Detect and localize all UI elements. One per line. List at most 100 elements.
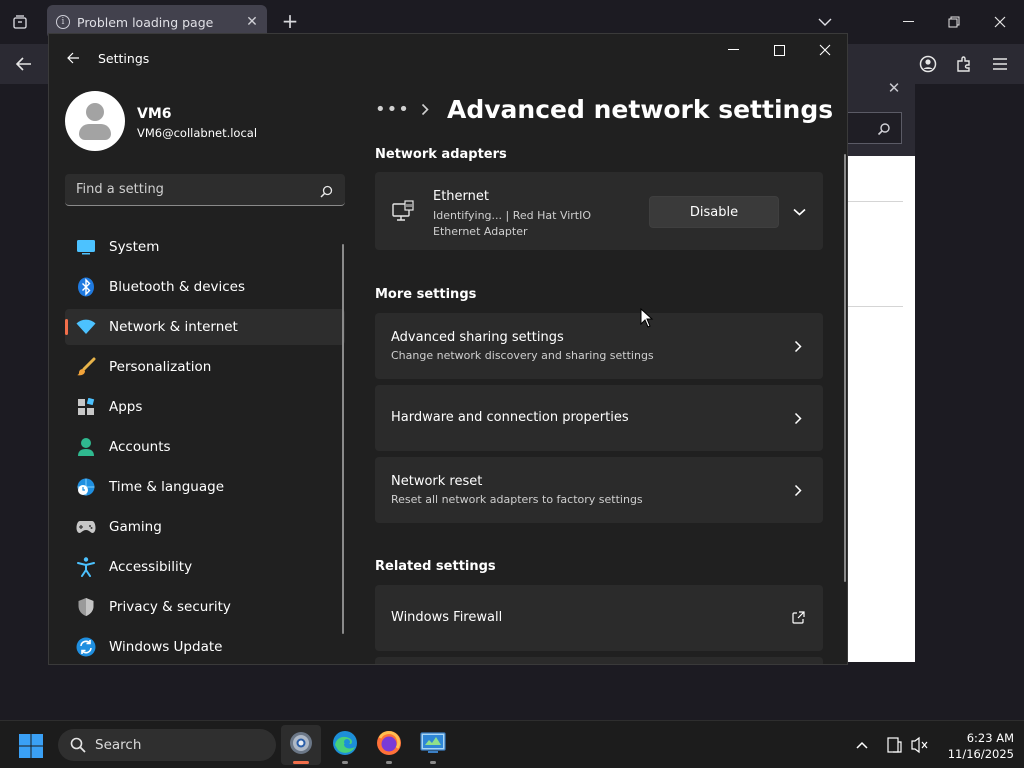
tab-list-icon[interactable]: [8, 10, 32, 34]
advanced-sharing-settings[interactable]: Advanced sharing settings Change network…: [375, 313, 823, 379]
section-heading: Related settings: [375, 559, 496, 574]
chevron-up-icon[interactable]: [852, 735, 872, 755]
content-scrollbar[interactable]: [844, 154, 846, 582]
gamepad-icon: [75, 516, 97, 538]
breadcrumb-overflow[interactable]: •••: [375, 99, 411, 120]
taskbar-settings-app[interactable]: [281, 725, 321, 765]
nav-item-label: Accessibility: [109, 559, 193, 575]
nav-item-label: Personalization: [109, 359, 212, 375]
nav-item-label: Gaming: [109, 519, 162, 535]
nav-item-label: Accounts: [109, 439, 171, 455]
running-indicator: [386, 761, 392, 764]
search-icon: [877, 121, 891, 140]
profile-name: VM6: [137, 106, 172, 122]
search-input[interactable]: [65, 174, 315, 205]
chevron-down-icon[interactable]: [815, 12, 835, 32]
nav-item-personalization[interactable]: Personalization: [65, 349, 345, 385]
related-card-partial[interactable]: [375, 657, 823, 664]
extensions-icon[interactable]: [952, 52, 976, 76]
chevron-right-icon: [791, 483, 805, 497]
nav-item-label: System: [109, 239, 160, 255]
nav-item-label: Network & internet: [109, 319, 238, 335]
control-panel-icon: [420, 731, 446, 759]
nav-item-time-language[interactable]: Time & language: [65, 469, 345, 505]
apps-icon: [75, 396, 97, 418]
nav-item-apps[interactable]: Apps: [65, 389, 345, 425]
taskbar-edge-app[interactable]: [325, 725, 365, 765]
nav-item-label: Time & language: [109, 479, 225, 495]
user-profile[interactable]: VM6 VM6@collabnet.local: [65, 91, 345, 151]
person-icon: [75, 436, 97, 458]
nav-item-label: Privacy & security: [109, 599, 231, 615]
windows-start-icon[interactable]: [18, 733, 44, 759]
open-external-icon: [791, 611, 805, 625]
chevron-down-icon[interactable]: [791, 204, 807, 220]
find-setting-box: [65, 174, 345, 206]
new-tab-icon[interactable]: +: [279, 9, 301, 33]
close-icon[interactable]: ✕: [882, 76, 906, 100]
wifi-icon: [75, 316, 97, 338]
nav-item-system[interactable]: System: [65, 229, 345, 265]
nav-item-network[interactable]: Network & internet: [65, 309, 345, 345]
card-subtitle: Change network discovery and sharing set…: [391, 349, 654, 362]
taskbar-search-label: Search: [95, 737, 142, 753]
system-icon: [75, 236, 97, 258]
update-icon: [75, 636, 97, 658]
menu-icon[interactable]: [988, 52, 1012, 76]
device-icon[interactable]: [884, 735, 904, 755]
back-arrow-icon[interactable]: [12, 52, 36, 76]
card-title: Hardware and connection properties: [391, 410, 629, 425]
firefox-icon: [376, 730, 402, 760]
divider: [840, 306, 903, 307]
nav-scrollbar[interactable]: [342, 244, 344, 634]
browser-restore-icon[interactable]: [940, 8, 968, 36]
windows-firewall[interactable]: Windows Firewall: [375, 585, 823, 651]
network-volume-icon[interactable]: [910, 735, 930, 755]
back-arrow-icon[interactable]: [63, 48, 83, 68]
settings-window: Settings VM6 VM6@collabnet.local System: [48, 33, 848, 665]
close-icon[interactable]: [805, 38, 845, 62]
tab-close-icon[interactable]: ✕: [241, 11, 263, 33]
adapter-description: Identifying... | Red Hat VirtIO Ethernet…: [433, 209, 592, 238]
browser-tab-title: Problem loading page: [77, 14, 214, 30]
bluetooth-icon: [75, 276, 97, 298]
accessibility-icon: [75, 556, 97, 578]
globe-clock-icon: [75, 476, 97, 498]
section-heading: More settings: [375, 287, 477, 302]
search-icon: [70, 737, 86, 753]
nav-item-accounts[interactable]: Accounts: [65, 429, 345, 465]
nav-item-accessibility[interactable]: Accessibility: [65, 549, 345, 585]
nav-item-bluetooth[interactable]: Bluetooth & devices: [65, 269, 345, 305]
taskbar-search[interactable]: Search: [58, 729, 276, 761]
ethernet-adapter-card[interactable]: Ethernet Identifying... | Red Hat VirtIO…: [375, 172, 823, 250]
account-icon[interactable]: [916, 52, 940, 76]
browser-minimize-icon[interactable]: [894, 8, 922, 36]
adapter-name: Ethernet: [433, 189, 489, 204]
disable-button[interactable]: Disable: [649, 196, 779, 228]
settings-nav: System Bluetooth & devices Network & int…: [65, 229, 345, 664]
nav-item-privacy[interactable]: Privacy & security: [65, 589, 345, 625]
profile-email: VM6@collabnet.local: [137, 126, 258, 140]
clock-time: 6:23 AM: [966, 731, 1014, 745]
card-title: Windows Firewall: [391, 610, 503, 625]
search-icon[interactable]: [320, 183, 333, 202]
maximize-icon[interactable]: [759, 38, 799, 62]
chevron-right-icon: [411, 103, 439, 116]
settings-titlebar: Settings: [49, 34, 847, 82]
taskbar-firefox-app[interactable]: [369, 725, 409, 765]
card-title: Network reset: [391, 474, 483, 489]
running-indicator: [430, 761, 436, 764]
nav-item-windows-update[interactable]: Windows Update: [65, 629, 345, 664]
hardware-connection-properties[interactable]: Hardware and connection properties: [375, 385, 823, 451]
system-clock[interactable]: 6:23 AM 11/16/2025: [934, 730, 1014, 762]
taskbar-control-panel-app[interactable]: [413, 725, 453, 765]
app-title: Settings: [98, 51, 150, 66]
minimize-icon[interactable]: [713, 38, 753, 62]
avatar: [65, 91, 125, 151]
browser-close-icon[interactable]: [986, 8, 1014, 36]
nav-item-label: Bluetooth & devices: [109, 279, 246, 295]
nav-item-gaming[interactable]: Gaming: [65, 509, 345, 545]
network-reset[interactable]: Network reset Reset all network adapters…: [375, 457, 823, 523]
brush-icon: [75, 356, 97, 378]
chevron-right-icon: [791, 339, 805, 353]
